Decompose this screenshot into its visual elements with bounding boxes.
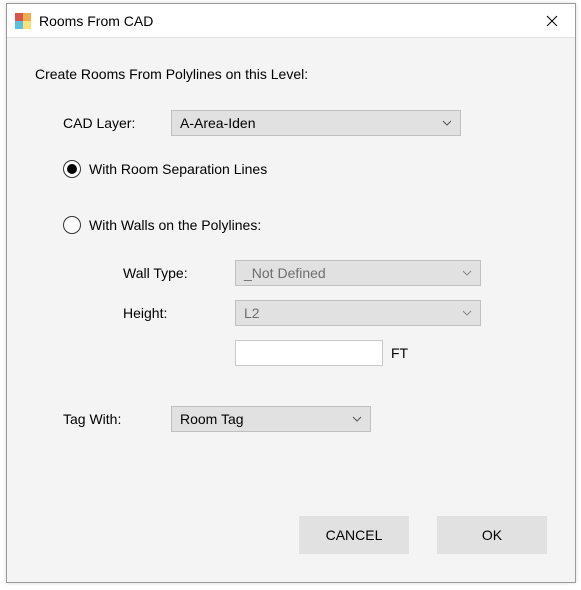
height-unit-label: FT — [391, 345, 408, 361]
tag-dropdown[interactable]: Room Tag — [171, 406, 371, 432]
walls-subgroup: Wall Type: _Not Defined Height: L2 FT — [123, 260, 547, 366]
height-value: L2 — [244, 305, 462, 321]
chevron-down-icon — [462, 310, 472, 316]
cad-layer-row: CAD Layer: A-Area-Iden — [63, 110, 547, 136]
cad-layer-value: A-Area-Iden — [180, 115, 442, 131]
titlebar: Rooms From CAD — [7, 4, 575, 38]
cancel-button[interactable]: CANCEL — [299, 516, 409, 554]
app-icon — [15, 13, 31, 29]
height-value-input[interactable] — [235, 340, 383, 366]
walltype-value: _Not Defined — [244, 265, 462, 281]
chevron-down-icon — [462, 270, 472, 276]
radio-separation[interactable] — [63, 160, 81, 178]
tag-value: Room Tag — [180, 411, 352, 427]
dialog-window: Rooms From CAD Create Rooms From Polylin… — [6, 3, 576, 583]
radio-dot-icon — [67, 164, 77, 174]
height-dropdown[interactable]: L2 — [235, 300, 481, 326]
cad-layer-label: CAD Layer: — [63, 115, 171, 131]
button-row: CANCEL OK — [299, 516, 547, 554]
chevron-down-icon — [442, 120, 452, 126]
cad-layer-dropdown[interactable]: A-Area-Iden — [171, 110, 461, 136]
tag-label: Tag With: — [63, 411, 171, 427]
option-separation-label: With Room Separation Lines — [89, 161, 267, 177]
tag-row: Tag With: Room Tag — [63, 406, 547, 432]
ok-button[interactable]: OK — [437, 516, 547, 554]
chevron-down-icon — [352, 416, 362, 422]
height-unit-row: FT — [123, 340, 547, 366]
walltype-label: Wall Type: — [123, 265, 235, 281]
option-walls-row[interactable]: With Walls on the Polylines: — [63, 216, 547, 234]
window-title: Rooms From CAD — [39, 13, 529, 29]
option-walls-label: With Walls on the Polylines: — [89, 217, 261, 233]
height-row: Height: L2 — [123, 300, 547, 326]
height-label: Height: — [123, 305, 235, 321]
close-icon — [546, 15, 558, 27]
dialog-heading: Create Rooms From Polylines on this Leve… — [35, 66, 547, 82]
walltype-row: Wall Type: _Not Defined — [123, 260, 547, 286]
option-separation-row[interactable]: With Room Separation Lines — [63, 160, 547, 178]
dialog-body: Create Rooms From Polylines on this Leve… — [7, 38, 575, 432]
walltype-dropdown[interactable]: _Not Defined — [235, 260, 481, 286]
close-button[interactable] — [529, 4, 575, 38]
radio-walls[interactable] — [63, 216, 81, 234]
